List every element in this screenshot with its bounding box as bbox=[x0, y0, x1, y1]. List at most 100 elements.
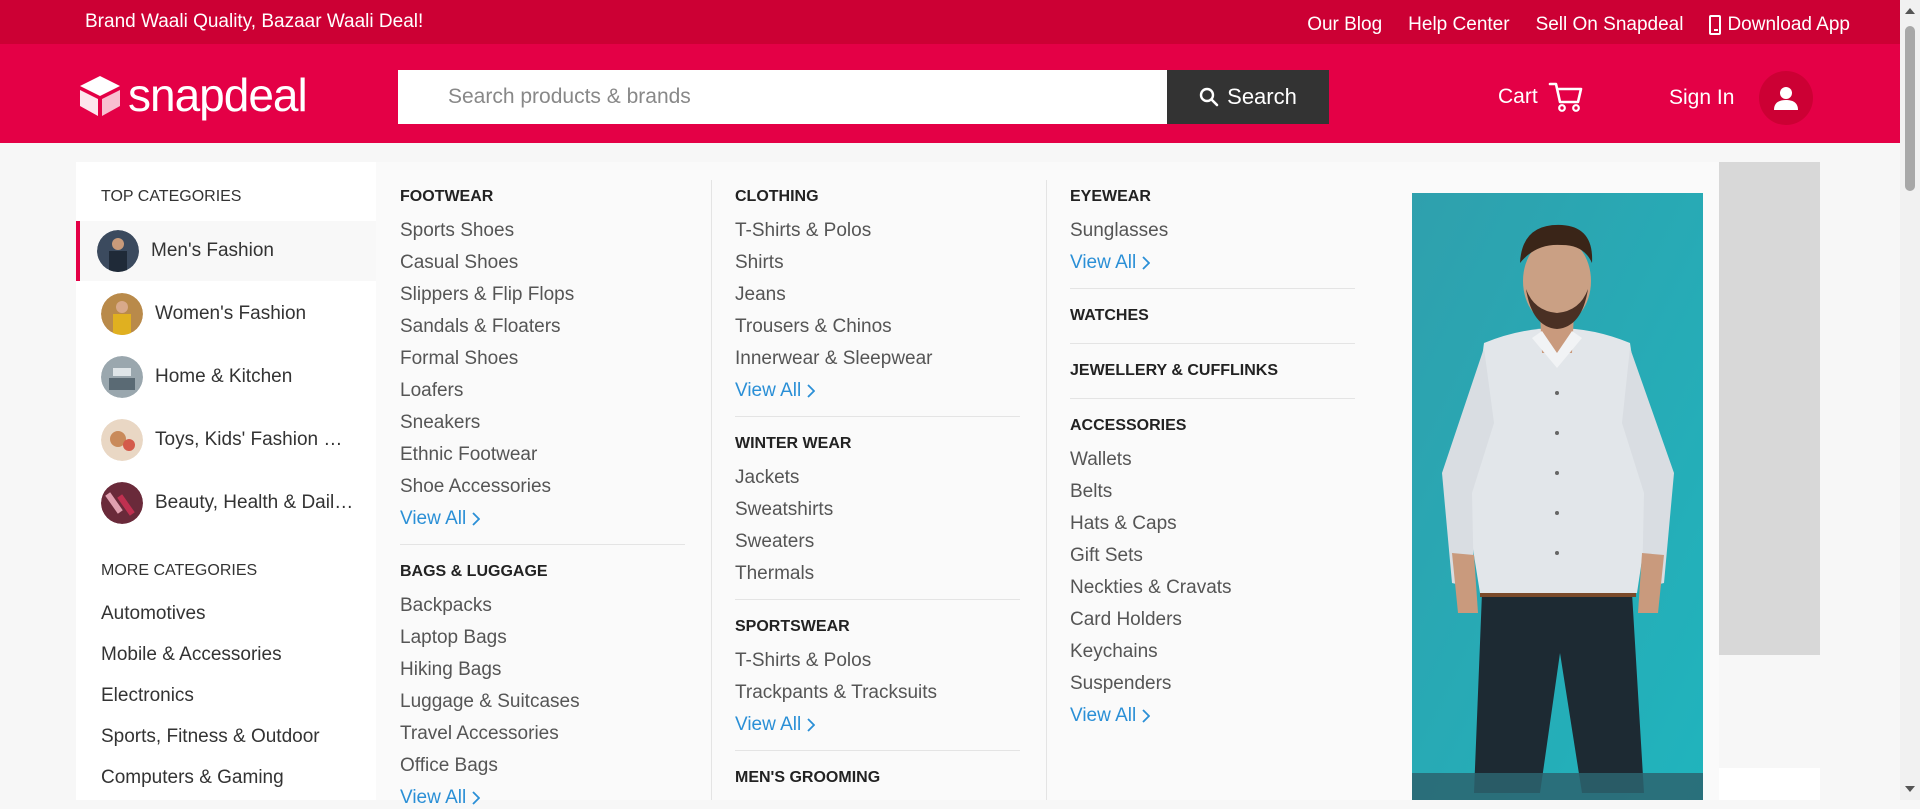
menu-link[interactable]: Casual Shoes bbox=[400, 252, 518, 274]
top-categories-heading: TOP CATEGORIES bbox=[101, 188, 242, 205]
more-categories-heading: MORE CATEGORIES bbox=[101, 562, 258, 579]
more-category-item[interactable]: Automotives bbox=[101, 603, 206, 625]
menu-link[interactable]: Suspenders bbox=[1070, 673, 1171, 695]
mens-grooming-heading[interactable]: MEN'S GROOMING bbox=[735, 769, 880, 787]
tagline: Brand Waali Quality, Bazaar Waali Deal! bbox=[85, 11, 424, 32]
menu-link[interactable]: Gift Sets bbox=[1070, 545, 1143, 567]
search-input[interactable] bbox=[398, 70, 1167, 124]
accessories-view-all-link[interactable]: View All bbox=[1070, 705, 1151, 727]
winter-wear-heading[interactable]: WINTER WEAR bbox=[735, 435, 851, 453]
logo-text: snapdeal bbox=[128, 69, 308, 121]
category-sidebar: TOP CATEGORIES Men's Fashion Women's Fas… bbox=[76, 162, 376, 800]
menu-link[interactable]: Sandals & Floaters bbox=[400, 316, 561, 338]
menu-link[interactable]: Trousers & Chinos bbox=[735, 316, 892, 338]
category-toys-kids[interactable]: Toys, Kids' Fashion & m... bbox=[76, 410, 376, 470]
menu-link[interactable]: Hats & Caps bbox=[1070, 513, 1177, 535]
mens-fashion-promo-image[interactable] bbox=[1412, 193, 1703, 800]
menu-link[interactable]: Neckties & Cravats bbox=[1070, 577, 1232, 599]
jewellery-cufflinks-heading[interactable]: JEWELLERY & CUFFLINKS bbox=[1070, 362, 1278, 380]
menu-link[interactable]: Hiking Bags bbox=[400, 659, 501, 681]
menu-link[interactable]: Ethnic Footwear bbox=[400, 444, 537, 466]
search-button[interactable]: Search bbox=[1167, 70, 1329, 124]
eyewear-view-all-link[interactable]: View All bbox=[1070, 252, 1151, 274]
category-label: Women's Fashion bbox=[155, 303, 307, 324]
accessories-heading[interactable]: ACCESSORIES bbox=[1070, 417, 1186, 435]
menu-link[interactable]: Thermals bbox=[735, 563, 814, 585]
column-divider bbox=[711, 180, 712, 800]
cart-button[interactable]: Cart bbox=[1498, 80, 1584, 114]
scroll-up-arrow-icon[interactable] bbox=[1905, 8, 1915, 14]
menu-link[interactable]: Sports Shoes bbox=[400, 220, 514, 242]
menu-link[interactable]: Sneakers bbox=[400, 412, 480, 434]
menu-link[interactable]: Card Holders bbox=[1070, 609, 1182, 631]
scrollbar-thumb[interactable] bbox=[1905, 26, 1915, 191]
more-category-item[interactable]: Sports, Fitness & Outdoor bbox=[101, 726, 320, 748]
bags-luggage-heading[interactable]: BAGS & LUGGAGE bbox=[400, 563, 548, 581]
category-home-kitchen[interactable]: Home & Kitchen bbox=[76, 347, 376, 407]
more-category-item[interactable]: Electronics bbox=[101, 685, 194, 707]
menu-link[interactable]: Wallets bbox=[1070, 449, 1132, 471]
menu-link[interactable]: Sweatshirts bbox=[735, 499, 833, 521]
menu-link[interactable]: Slippers & Flip Flops bbox=[400, 284, 574, 306]
category-beauty-health[interactable]: Beauty, Health & Daily ... bbox=[76, 473, 376, 533]
page-scrollbar[interactable] bbox=[1900, 0, 1920, 800]
menu-link[interactable]: Formal Shoes bbox=[400, 348, 518, 370]
group-divider bbox=[1070, 288, 1355, 289]
menu-link[interactable]: Jackets bbox=[735, 467, 799, 489]
menu-link[interactable]: Innerwear & Sleepwear bbox=[735, 348, 933, 370]
menu-link[interactable]: Jeans bbox=[735, 284, 786, 306]
our-blog-link[interactable]: Our Blog bbox=[1307, 14, 1382, 36]
group-divider bbox=[1070, 398, 1355, 399]
category-mens-fashion[interactable]: Men's Fashion bbox=[76, 221, 376, 281]
more-category-item[interactable]: Computers & Gaming bbox=[101, 767, 284, 789]
watches-heading[interactable]: WATCHES bbox=[1070, 307, 1149, 325]
menu-link[interactable]: T-Shirts & Polos bbox=[735, 650, 871, 672]
menu-link[interactable]: Shirts bbox=[735, 252, 784, 274]
main-header: snapdeal Search Cart Sign In bbox=[0, 44, 1900, 143]
category-label: Men's Fashion bbox=[151, 240, 274, 261]
search-button-label: Search bbox=[1227, 84, 1297, 109]
clothing-heading[interactable]: CLOTHING bbox=[735, 188, 819, 206]
footwear-heading[interactable]: FOOTWEAR bbox=[400, 188, 493, 206]
chevron-right-icon bbox=[472, 512, 481, 526]
download-app-link[interactable]: Download App bbox=[1709, 14, 1850, 36]
beauty-health-thumbnail bbox=[101, 482, 143, 524]
menu-link[interactable]: Loafers bbox=[400, 380, 463, 402]
menu-link[interactable]: Keychains bbox=[1070, 641, 1158, 663]
clothing-view-all-link[interactable]: View All bbox=[735, 380, 816, 402]
sportswear-heading[interactable]: SPORTSWEAR bbox=[735, 618, 850, 636]
bags-view-all-link[interactable]: View All bbox=[400, 787, 481, 809]
more-category-item[interactable]: Mobile & Accessories bbox=[101, 644, 282, 666]
menu-link[interactable]: Sweaters bbox=[735, 531, 814, 553]
womens-fashion-thumbnail bbox=[101, 293, 143, 335]
sign-in-link[interactable]: Sign In bbox=[1669, 86, 1734, 110]
eyewear-heading[interactable]: EYEWEAR bbox=[1070, 188, 1151, 206]
menu-link[interactable]: Laptop Bags bbox=[400, 627, 507, 649]
help-center-link[interactable]: Help Center bbox=[1408, 14, 1509, 36]
view-all-label: View All bbox=[1070, 705, 1137, 726]
menu-link[interactable]: Belts bbox=[1070, 481, 1112, 503]
menu-link[interactable]: Sunglasses bbox=[1070, 220, 1168, 242]
group-divider bbox=[400, 544, 685, 545]
view-all-label: View All bbox=[1070, 252, 1137, 273]
menu-link[interactable]: Backpacks bbox=[400, 595, 492, 617]
snapdeal-logo[interactable]: snapdeal bbox=[76, 68, 308, 122]
sell-on-snapdeal-link[interactable]: Sell On Snapdeal bbox=[1536, 14, 1684, 36]
menu-link[interactable]: Shoe Accessories bbox=[400, 476, 551, 498]
menu-link[interactable]: Travel Accessories bbox=[400, 723, 559, 745]
toys-kids-thumbnail bbox=[101, 419, 143, 461]
column-divider bbox=[1046, 180, 1047, 800]
menu-link[interactable]: Office Bags bbox=[400, 755, 498, 777]
view-all-label: View All bbox=[400, 787, 467, 808]
category-label: Beauty, Health & Daily ... bbox=[155, 492, 355, 513]
menu-link[interactable]: Luggage & Suitcases bbox=[400, 691, 580, 713]
menu-link[interactable]: Trackpants & Tracksuits bbox=[735, 682, 937, 704]
view-all-label: View All bbox=[735, 380, 802, 401]
sportswear-view-all-link[interactable]: View All bbox=[735, 714, 816, 736]
category-label: Home & Kitchen bbox=[155, 366, 293, 387]
menu-link[interactable]: T-Shirts & Polos bbox=[735, 220, 871, 242]
footwear-view-all-link[interactable]: View All bbox=[400, 508, 481, 530]
scroll-down-arrow-icon[interactable] bbox=[1905, 786, 1915, 792]
account-button[interactable] bbox=[1759, 71, 1813, 125]
category-womens-fashion[interactable]: Women's Fashion bbox=[76, 284, 376, 344]
